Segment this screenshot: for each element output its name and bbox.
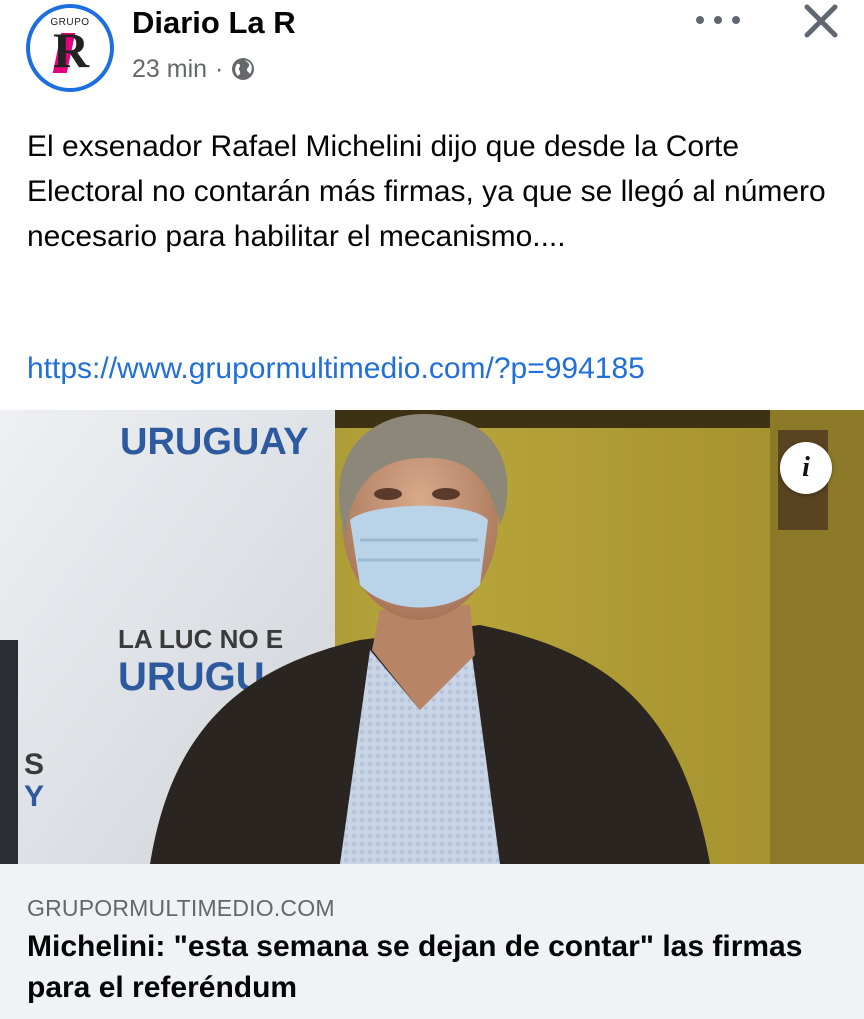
page-avatar[interactable]: GRUPO R [26, 4, 114, 92]
banner-text-top: URUGUAY [120, 421, 309, 463]
page-name[interactable]: Diario La R [132, 2, 296, 44]
post-meta: 23 min · [132, 52, 255, 86]
post-body-text: El exsenador Rafael Michelini dijo que d… [27, 130, 826, 253]
meta-separator: · [215, 55, 224, 83]
banner-text-edge-1: S [24, 748, 44, 781]
link-preview-card[interactable]: GRUPORMULTIMEDIO.COM Michelini: "esta se… [0, 864, 864, 1019]
post-header: GRUPO R Diario La R 23 min · [0, 0, 864, 110]
post-time[interactable]: 23 min [132, 52, 207, 86]
more-options-icon[interactable] [696, 8, 740, 32]
post-image[interactable]: URUGUAY LA LUC NO E URUGU S Y [0, 410, 864, 864]
photo-illustration: URUGUAY LA LUC NO E URUGU S Y [0, 410, 864, 864]
banner-text-mid-1: LA LUC NO E [118, 624, 283, 654]
info-button[interactable]: i [780, 442, 832, 494]
logo: GRUPO R [39, 17, 101, 79]
globe-icon [232, 58, 255, 80]
link-preview-domain: GRUPORMULTIMEDIO.COM [27, 895, 335, 921]
post-link[interactable]: https://www.grupormultimedio.com/?p=9941… [27, 346, 645, 391]
link-preview-headline[interactable]: Michelini: "esta semana se dejan de cont… [27, 926, 837, 1008]
close-icon[interactable] [802, 2, 840, 40]
logo-letter: R [53, 22, 90, 78]
banner-text-edge-2: Y [24, 780, 44, 813]
